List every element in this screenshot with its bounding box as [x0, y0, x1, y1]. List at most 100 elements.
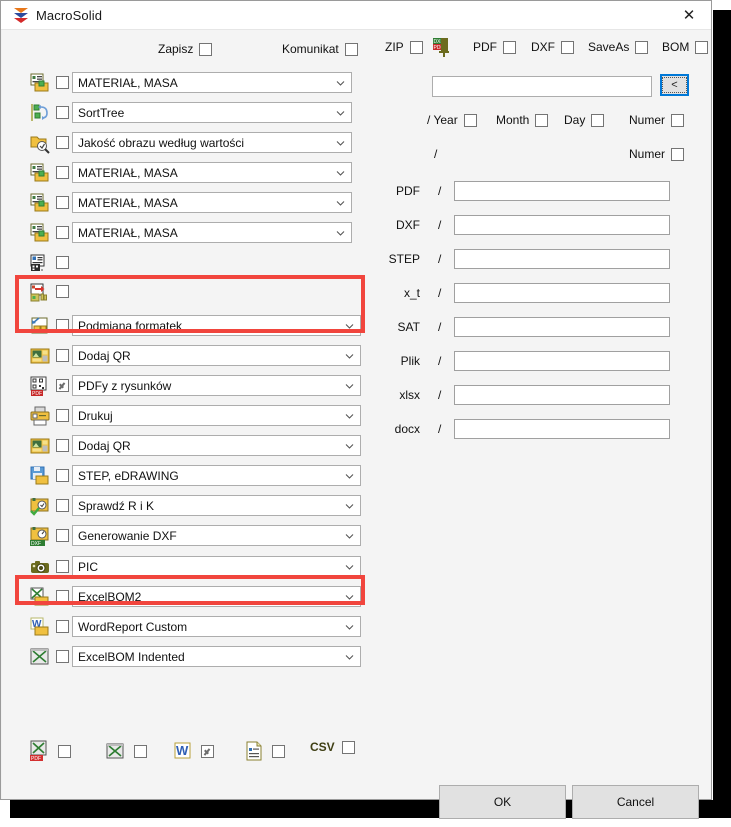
option-row: DXF Generowanie DXF: [2, 521, 372, 551]
option-day-checkbox[interactable]: [591, 114, 604, 127]
chevron-down-icon: [345, 442, 354, 451]
file-row-docx-label: docx: [372, 422, 420, 436]
option-dxf-checkbox[interactable]: [561, 41, 574, 54]
option-row-dropdown[interactable]: PDFy z rysunków: [72, 375, 361, 396]
option-row-checkbox[interactable]: [56, 469, 69, 482]
bottom-option-word[interactable]: W: [172, 740, 214, 762]
file-row-dxf: DXF /: [372, 214, 711, 247]
option-row-checkbox[interactable]: [56, 226, 69, 239]
option-row-dropdown[interactable]: Drukuj: [72, 405, 361, 426]
chevron-down-icon: [336, 199, 345, 208]
bottom-option-document[interactable]: [243, 740, 285, 762]
option-row-dropdown[interactable]: Podmiana formatek: [72, 315, 361, 336]
option-bom-checkbox[interactable]: [695, 41, 708, 54]
option-row-pic-dropdown[interactable]: PIC: [72, 556, 361, 577]
option-row-checkbox[interactable]: [56, 379, 69, 392]
option-row-checkbox[interactable]: [56, 106, 69, 119]
option-row: ExcelBOM Indented: [2, 642, 372, 672]
file-row-dxf-input[interactable]: [454, 215, 670, 235]
option-row-value: MATERIAŁ, MASA: [78, 226, 178, 240]
option-row-dropdown[interactable]: Dodaj QR: [72, 435, 361, 456]
option-numer-1[interactable]: Numer: [629, 113, 684, 127]
option-zapisz[interactable]: Zapisz: [158, 42, 212, 56]
dxf-pdf-icon-wrap[interactable]: DXF PDF: [431, 36, 453, 58]
option-row-dropdown[interactable]: MATERIAŁ, MASA: [72, 192, 352, 213]
option-day[interactable]: Day: [564, 113, 604, 127]
path-input[interactable]: [432, 76, 652, 97]
option-row-value: Dodaj QR: [78, 349, 131, 363]
option-row-checkbox[interactable]: [56, 76, 69, 89]
option-row-checkbox[interactable]: [56, 349, 69, 362]
option-row-dropdown[interactable]: MATERIAŁ, MASA: [72, 72, 352, 93]
bottom-option-word-checkbox[interactable]: [201, 745, 214, 758]
option-row-dropdown[interactable]: STEP, eDRAWING: [72, 465, 361, 486]
option-row-dropdown[interactable]: ExcelBOM2: [72, 586, 361, 607]
option-pdf-checkbox[interactable]: [503, 41, 516, 54]
bottom-option-csv-checkbox[interactable]: [342, 741, 355, 754]
option-zip[interactable]: ZIP: [385, 40, 423, 54]
option-pdf[interactable]: PDF: [473, 40, 516, 54]
option-row-dropdown[interactable]: ExcelBOM Indented: [72, 646, 361, 667]
option-zip-checkbox[interactable]: [410, 41, 423, 54]
option-bom[interactable]: BOM: [662, 40, 708, 54]
option-row-dropdown[interactable]: Dodaj QR: [72, 345, 361, 366]
option-row-dropdown[interactable]: WordReport Custom: [72, 616, 361, 637]
option-numer-2-checkbox[interactable]: [671, 148, 684, 161]
option-row-dropdown[interactable]: MATERIAŁ, MASA: [72, 162, 352, 183]
option-row-checkbox[interactable]: [56, 529, 69, 542]
option-row-checkbox[interactable]: [56, 136, 69, 149]
bottom-option-excel-checkbox[interactable]: [134, 745, 147, 758]
option-row-dropdown[interactable]: Jakość obrazu według wartości: [72, 132, 352, 153]
file-row-docx-input[interactable]: [454, 419, 670, 439]
option-bom-label: BOM: [662, 40, 689, 54]
option-month[interactable]: Month: [496, 113, 548, 127]
option-row-dropdown[interactable]: Generowanie DXF: [72, 525, 361, 546]
option-numer-1-checkbox[interactable]: [671, 114, 684, 127]
excel-folder-icon: [29, 586, 51, 608]
option-row-dropdown[interactable]: MATERIAŁ, MASA: [72, 222, 352, 243]
chevron-down-icon: [336, 109, 345, 118]
option-row-checkbox[interactable]: [56, 439, 69, 452]
option-row-checkbox[interactable]: [56, 620, 69, 633]
bottom-option-document-checkbox[interactable]: [272, 745, 285, 758]
option-row-checkbox[interactable]: [56, 256, 69, 269]
option-row-checkbox[interactable]: [56, 590, 69, 603]
bottom-option-excel-pdf[interactable]: PDF: [29, 740, 71, 762]
option-row-checkbox[interactable]: [56, 650, 69, 663]
option-row-checkbox[interactable]: [56, 196, 69, 209]
option-zapisz-checkbox[interactable]: [199, 43, 212, 56]
close-icon[interactable]: ✕: [667, 1, 711, 29]
option-saveas[interactable]: SaveAs: [588, 40, 648, 54]
file-row-sat-input[interactable]: [454, 317, 670, 337]
option-numer-2[interactable]: Numer: [629, 147, 684, 161]
option-row-checkbox[interactable]: [56, 319, 69, 332]
option-row-checkbox[interactable]: [56, 285, 69, 298]
option-year[interactable]: / Year: [427, 113, 477, 127]
path-back-button[interactable]: <: [660, 74, 689, 96]
option-row-pic-checkbox[interactable]: [56, 560, 69, 573]
option-komunikat[interactable]: Komunikat: [282, 42, 358, 56]
bottom-option-csv[interactable]: CSV: [310, 740, 355, 754]
option-month-checkbox[interactable]: [535, 114, 548, 127]
option-row-checkbox[interactable]: [56, 409, 69, 422]
file-row-xt-input[interactable]: [454, 283, 670, 303]
option-row-dropdown[interactable]: SortTree: [72, 102, 352, 123]
file-row-pdf-input[interactable]: [454, 181, 670, 201]
bottom-option-excel-pdf-checkbox[interactable]: [58, 745, 71, 758]
option-saveas-checkbox[interactable]: [635, 41, 648, 54]
file-row-docx: docx /: [372, 418, 711, 451]
option-komunikat-checkbox[interactable]: [345, 43, 358, 56]
option-row-checkbox[interactable]: [56, 499, 69, 512]
option-row-dropdown[interactable]: Sprawdź R i K: [72, 495, 361, 516]
option-year-checkbox[interactable]: [464, 114, 477, 127]
file-row-step-input[interactable]: [454, 249, 670, 269]
chevron-down-icon: [345, 532, 354, 541]
file-row-plik-input[interactable]: [454, 351, 670, 371]
chevron-down-icon: [345, 472, 354, 481]
file-row-xlsx-input[interactable]: [454, 385, 670, 405]
ok-button[interactable]: OK: [439, 785, 566, 819]
cancel-button[interactable]: Cancel: [572, 785, 699, 819]
option-row-checkbox[interactable]: [56, 166, 69, 179]
option-dxf[interactable]: DXF: [531, 40, 574, 54]
bottom-option-excel[interactable]: [105, 740, 147, 762]
